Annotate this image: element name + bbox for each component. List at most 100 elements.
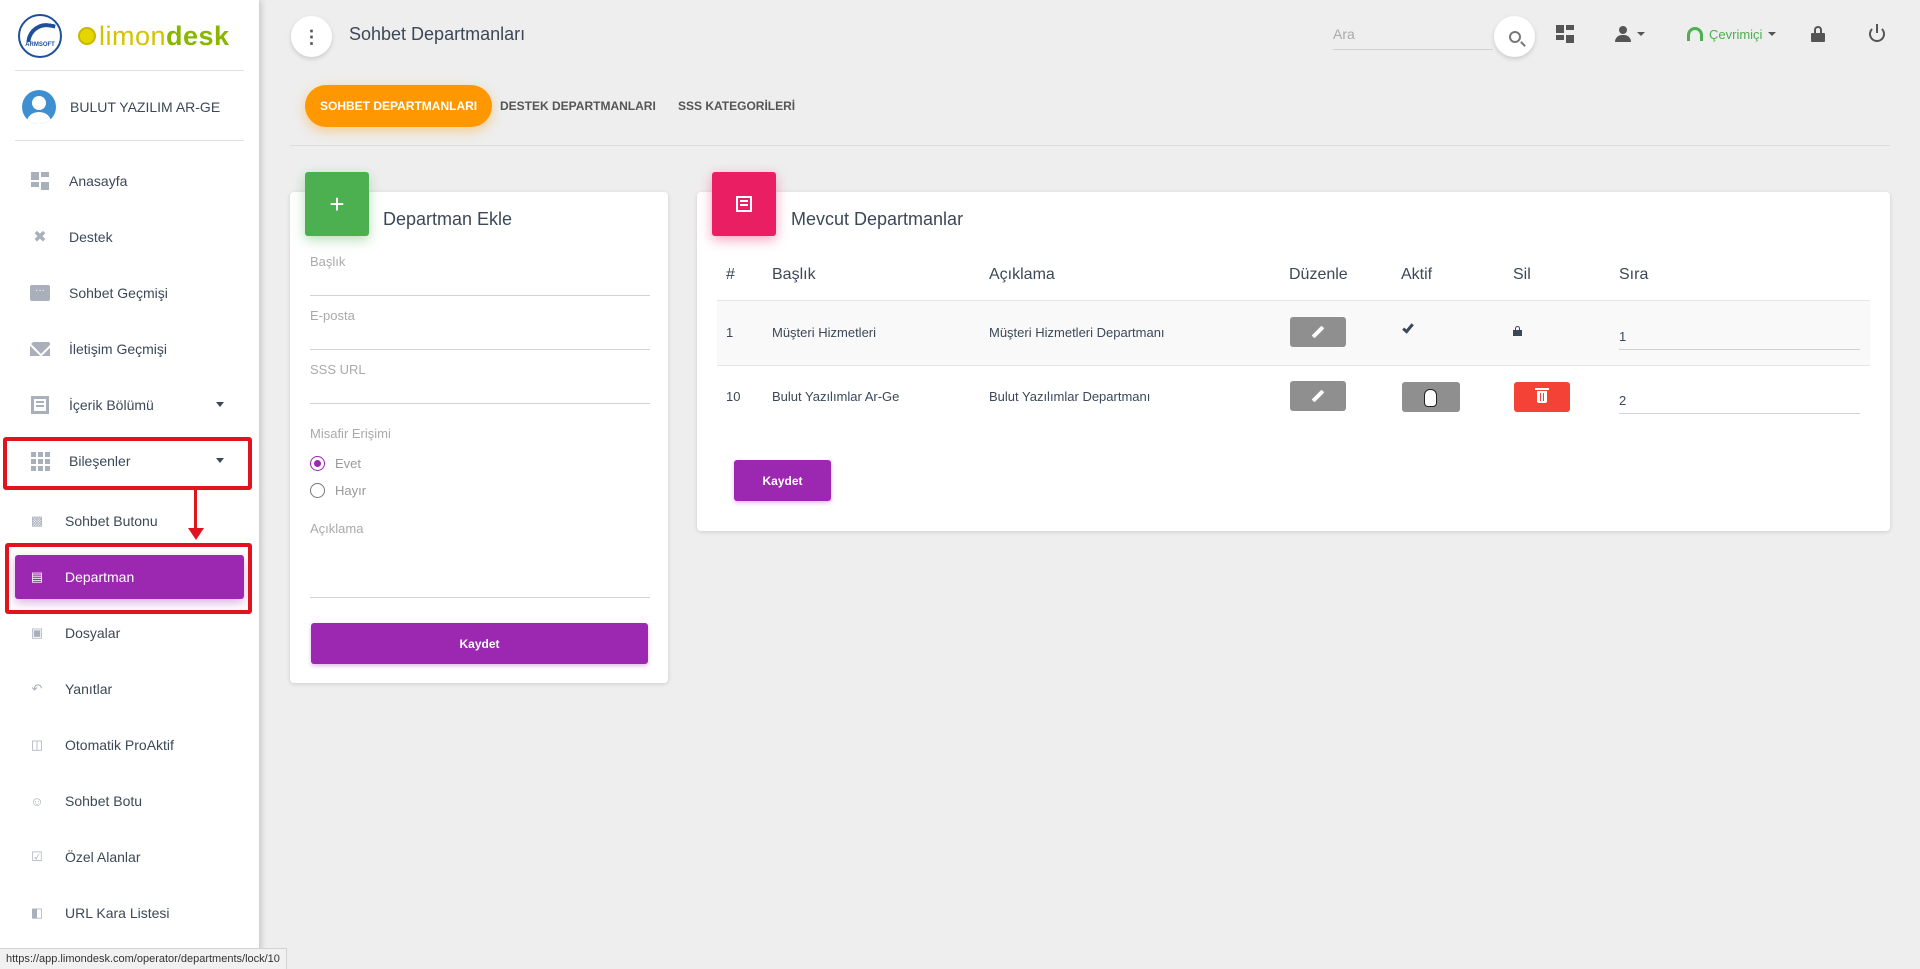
sidebar-item-label: İletişim Geçmişi (69, 341, 168, 357)
radio-unchecked-icon (310, 483, 325, 498)
column-header-edit: Düzenle (1289, 266, 1348, 283)
sidebar-subitem-sohbet-botu[interactable]: ☺ Sohbet Botu (15, 779, 244, 823)
column-header-description[interactable]: Açıklama (989, 266, 1055, 284)
sidebar-subitem-dosyalar[interactable]: ▣ Dosyalar (15, 611, 244, 655)
tab-sss-kategorileri[interactable]: SSS KATEGORİLERİ (663, 85, 810, 127)
status-dropdown[interactable]: Çevrimiçi (1687, 22, 1777, 46)
delete-button[interactable] (1514, 382, 1570, 412)
lock-icon (1811, 26, 1825, 42)
column-header-active: Aktif (1401, 266, 1433, 283)
sidebar-subitem-departman[interactable]: ▤ Departman (15, 555, 244, 599)
sidebar-item-sohbet-gecmisi[interactable]: ··· Sohbet Geçmişi (15, 271, 244, 315)
user-name: BULUT YAZILIM AR-GE (70, 99, 221, 115)
logo[interactable]: ARMSOFT limon desk (18, 10, 248, 62)
row-divider (717, 365, 1870, 366)
active-check-icon (1402, 321, 1414, 334)
order-input-field[interactable] (1619, 318, 1860, 348)
company-emblem-icon: ARMSOFT (18, 14, 62, 58)
sidebar-divider (15, 70, 244, 71)
add-department-save-button[interactable]: Kaydet (311, 623, 648, 664)
brand-logo-text: limon desk (78, 21, 230, 52)
add-department-card: + Departman Ekle Başlık E-posta SSS URL … (290, 172, 668, 683)
order-input[interactable] (1619, 382, 1860, 414)
highlight-arrow-head (188, 528, 204, 540)
list-icon: ▤ (30, 569, 44, 584)
chevron-down-icon (1768, 32, 1777, 36)
user-menu-button[interactable] (1615, 22, 1645, 46)
column-header-order: Sıra (1619, 266, 1649, 283)
edit-button[interactable] (1290, 317, 1346, 347)
dashboard-icon (29, 170, 51, 192)
dashboard-icon (1556, 25, 1574, 43)
power-icon (1869, 24, 1885, 42)
highlight-arrow (194, 490, 197, 532)
edit-button[interactable] (1290, 381, 1346, 411)
sidebar-subitem-otomatik-proaktif[interactable]: ◫ Otomatik ProAktif (15, 723, 244, 767)
search-input[interactable] (1333, 20, 1493, 48)
support-icon: ✖ (33, 229, 47, 246)
sidebar-item-label: Anasayfa (69, 173, 128, 189)
sidebar-item-anasayfa[interactable]: Anasayfa (15, 159, 244, 203)
sidebar-subitem-yanitlar[interactable]: ↶ Yanıtlar (15, 667, 244, 711)
sidebar-item-iletisim-gecmisi[interactable]: İletişim Geçmişi (15, 327, 244, 371)
row-description: Müşteri Hizmetleri Departmanı (989, 325, 1165, 340)
title-input[interactable] (310, 256, 650, 296)
sidebar-item-icerik-bolumu[interactable]: İçerik Bölümü (15, 383, 244, 427)
browser-status-url: https://app.limondesk.com/operator/depar… (0, 948, 287, 969)
sidebar-item-bilesenler[interactable]: Bileşenler (15, 439, 244, 483)
tab-sohbet-departmanlari[interactable]: SOHBET DEPARTMANLARI (305, 85, 493, 127)
headset-icon (1687, 27, 1703, 41)
sidebar-subitem-sohbet-butonu[interactable]: ▩ Sohbet Butonu (15, 499, 244, 543)
column-header-delete: Sil (1513, 266, 1531, 283)
trash-icon (1535, 388, 1549, 403)
more-vert-menu-button[interactable]: ⋮ (291, 16, 332, 57)
guest-access-yes-radio[interactable]: Evet (310, 456, 361, 471)
sidebar-divider (15, 140, 244, 141)
list-icon (712, 172, 776, 236)
order-input[interactable] (1619, 318, 1860, 350)
lock-icon (1513, 326, 1522, 336)
logout-button[interactable] (1869, 22, 1885, 46)
sidebar-subitem-label: Otomatik ProAktif (65, 737, 174, 753)
lemon-icon (78, 27, 96, 45)
smiley-icon: ☺ (30, 793, 44, 809)
tab-destek-departmanlari[interactable]: DESTEK DEPARTMANLARI (485, 85, 671, 127)
search-button[interactable] (1494, 16, 1535, 57)
card-title: Departman Ekle (383, 209, 513, 229)
radio-checked-icon (310, 456, 325, 471)
description-textarea[interactable] (310, 520, 650, 598)
card-title: Mevcut Departmanlar (791, 209, 964, 229)
status-label: Çevrimiçi (1709, 26, 1763, 42)
search-field (1333, 20, 1493, 50)
row-id: 1 (726, 325, 734, 340)
sidebar-subitem-ozel-alanlar[interactable]: ☑ Özel Alanlar (15, 835, 244, 879)
reply-icon: ↶ (31, 681, 43, 696)
column-header-title[interactable]: Başlık (772, 266, 816, 284)
row-id: 10 (726, 389, 741, 404)
files-icon: ▣ (30, 625, 44, 640)
departments-save-button[interactable]: Kaydet (734, 460, 831, 501)
add-icon: + (305, 172, 369, 236)
sidebar-subitem-label: Yanıtlar (65, 681, 113, 697)
radio-label: Hayır (335, 483, 367, 498)
sidebar-subitem-label: Sohbet Butonu (65, 513, 158, 529)
chevron-down-icon (1637, 32, 1645, 36)
guest-access-no-radio[interactable]: Hayır (310, 483, 366, 498)
sidebar-subitem-label: URL Kara Listesi (65, 905, 170, 921)
row-description: Bulut Yazılımlar Departmanı (989, 389, 1151, 404)
user-profile[interactable]: BULUT YAZILIM AR-GE (22, 89, 220, 125)
order-input-field[interactable] (1619, 382, 1860, 412)
page-title: Sohbet Departmanları (349, 24, 526, 44)
content-icon (29, 394, 51, 416)
sidebar-item-destek[interactable]: ✖ Destek (15, 215, 244, 259)
sidebar: ARMSOFT limon desk BULUT YAZILIM AR-GE A… (0, 0, 259, 969)
lock-button[interactable] (1811, 22, 1825, 46)
brand-primary: limon (99, 20, 167, 51)
dashboard-button[interactable] (1556, 22, 1574, 46)
sidebar-subitem-url-kara-listesi[interactable]: ◧ URL Kara Listesi (15, 891, 244, 935)
sidebar-subitem-label: Sohbet Botu (65, 793, 143, 809)
column-header-id: # (726, 266, 735, 283)
sidebar-subitem-label: Departman (65, 569, 135, 585)
faq-url-input[interactable] (310, 364, 650, 404)
email-input[interactable] (310, 310, 650, 350)
